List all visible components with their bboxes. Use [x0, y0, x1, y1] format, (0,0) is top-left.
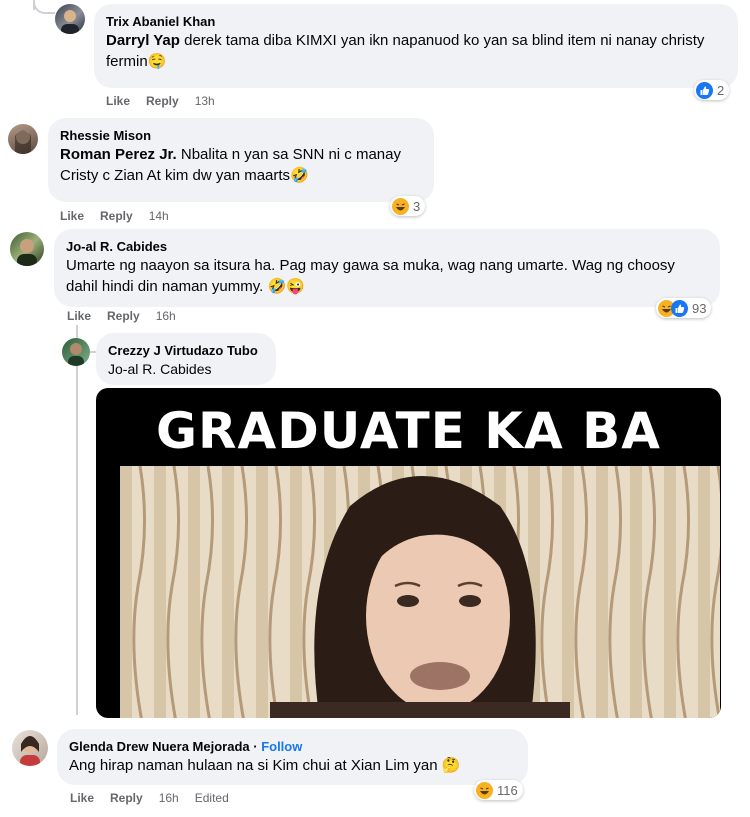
comment-author[interactable]: Rhessie Mison: [60, 127, 422, 144]
timestamp[interactable]: 14h: [149, 209, 169, 223]
avatar[interactable]: [8, 124, 38, 154]
edited-label[interactable]: Edited: [195, 791, 229, 805]
comment-bubble: Jo-al R. Cabides Umarte ng naayon sa its…: [54, 229, 720, 307]
gif-attachment[interactable]: GRADUATE KA BA: [96, 388, 721, 718]
thread-curve: [33, 0, 55, 14]
reply-button[interactable]: Reply: [107, 309, 140, 323]
reaction-summary[interactable]: 3: [390, 196, 426, 216]
follow-button[interactable]: Follow: [261, 739, 302, 754]
reply-button[interactable]: Reply: [100, 209, 133, 223]
avatar[interactable]: [62, 338, 90, 366]
comment-text: Umarte ng naayon sa itsura ha. Pag may g…: [66, 257, 675, 295]
like-button[interactable]: Like: [67, 309, 91, 323]
comment-bubble: Trix Abaniel Khan Darryl Yap derek tama …: [94, 4, 738, 88]
comment-text: Ang hirap naman hulaan na si Kim chui at…: [69, 757, 461, 774]
haha-reaction-icon: [476, 781, 493, 799]
like-reaction-icon: [696, 81, 713, 99]
timestamp[interactable]: 16h: [159, 791, 179, 805]
reaction-count: 3: [413, 198, 421, 214]
comment-bubble: Rhessie Mison Roman Perez Jr. Nbalita n …: [48, 118, 434, 202]
avatar[interactable]: [55, 4, 85, 34]
comment-actions: Like Reply 14h: [60, 209, 169, 223]
gif-caption: GRADUATE KA BA: [156, 402, 661, 460]
comment-text: Darryl Yap derek tama diba KIMXI yan ikn…: [106, 32, 705, 70]
mention-link[interactable]: Roman Perez Jr.: [60, 146, 177, 163]
reaction-summary[interactable]: 116: [474, 780, 523, 800]
like-button[interactable]: Like: [106, 94, 130, 108]
comment-bubble: Glenda Drew Nuera Mejorada · Follow Ang …: [57, 729, 528, 785]
avatar[interactable]: [10, 232, 44, 266]
haha-reaction-icon: [392, 197, 409, 215]
like-reaction-icon: [671, 299, 688, 317]
comment-author: Glenda Drew Nuera Mejorada · Follow: [69, 739, 303, 754]
reply-button[interactable]: Reply: [110, 791, 143, 805]
gif-image: [120, 466, 720, 718]
reaction-count: 93: [692, 300, 707, 316]
reaction-summary[interactable]: 93: [656, 298, 712, 318]
comment-actions: Like Reply 16h Edited: [70, 791, 229, 805]
comment-text: Roman Perez Jr. Nbalita n yan sa SNN ni …: [60, 146, 401, 184]
comment-actions: Like Reply 16h: [67, 309, 176, 323]
comment-bubble: Crezzy J Virtudazo Tubo Jo-al R. Cabides: [96, 333, 276, 385]
reaction-summary[interactable]: 2: [694, 80, 730, 100]
mention-link[interactable]: Jo-al R. Cabides: [108, 359, 264, 380]
comment-author[interactable]: Crezzy J Virtudazo Tubo: [108, 342, 264, 359]
author-name[interactable]: Glenda Drew Nuera Mejorada: [69, 739, 250, 754]
comment-author[interactable]: Jo-al R. Cabides: [66, 238, 708, 255]
thread-line: [76, 325, 78, 715]
comment-actions: Like Reply 13h: [106, 94, 215, 108]
reply-button[interactable]: Reply: [146, 94, 179, 108]
like-button[interactable]: Like: [70, 791, 94, 805]
mention-link[interactable]: Darryl Yap: [106, 32, 180, 49]
like-button[interactable]: Like: [60, 209, 84, 223]
avatar[interactable]: [12, 730, 48, 766]
reaction-count: 116: [497, 782, 518, 798]
comment-author[interactable]: Trix Abaniel Khan: [106, 13, 726, 30]
timestamp[interactable]: 16h: [156, 309, 176, 323]
reaction-count: 2: [717, 82, 725, 98]
timestamp[interactable]: 13h: [195, 94, 215, 108]
